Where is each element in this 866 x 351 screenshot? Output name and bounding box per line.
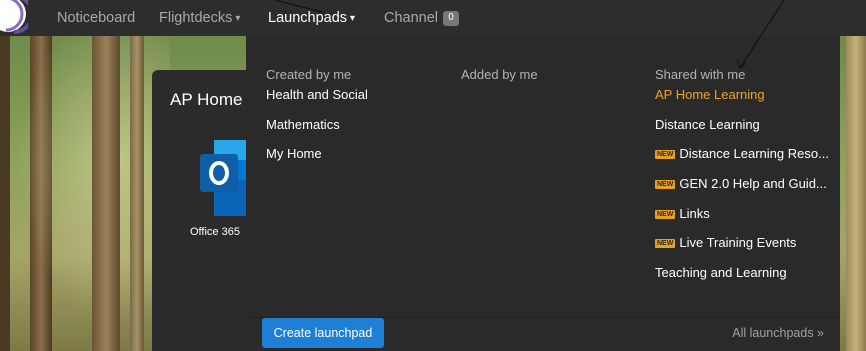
create-launchpad-button[interactable]: Create launchpad xyxy=(262,318,384,348)
nav-channel-label: Channel xyxy=(384,10,439,26)
launchpads-dropdown: Created by me Health and Social Mathemat… xyxy=(246,36,840,351)
logo-icon[interactable] xyxy=(0,0,28,34)
launchpad-item[interactable]: My Home xyxy=(266,146,446,176)
column-heading: Added by me xyxy=(461,67,538,82)
nav-channel[interactable]: Channel 0 xyxy=(384,0,460,30)
launchpad-item[interactable]: Mathematics xyxy=(266,117,446,147)
launchpad-item-label: Teaching and Learning xyxy=(655,265,787,281)
launchpad-item-label: Distance Learning xyxy=(655,116,760,132)
new-badge: NEW xyxy=(655,209,676,219)
nav-flightdecks[interactable]: Flightdecks ▾ xyxy=(159,0,240,30)
launchpad-item[interactable]: NEW Live Training Events xyxy=(655,235,840,265)
caret-down-icon: ▾ xyxy=(235,13,241,24)
launchpad-item[interactable]: NEW Distance Learning Reso... xyxy=(655,146,840,176)
launchpad-item[interactable]: NEW Links xyxy=(655,206,840,236)
new-badge: NEW xyxy=(655,150,676,160)
light-haze xyxy=(0,36,170,351)
column-shared-with-me: Shared with me AP Home Learning Distance … xyxy=(655,67,840,295)
new-badge: NEW xyxy=(655,180,676,190)
launchpad-item[interactable]: AP Home Learning xyxy=(655,87,840,117)
column-created-by-me: Created by me Health and Social Mathemat… xyxy=(266,67,446,176)
launchpad-item-label: Live Training Events xyxy=(679,235,797,251)
launchpad-item-label: Distance Learning Reso... xyxy=(679,146,829,162)
launchpad-item[interactable]: Teaching and Learning xyxy=(655,265,840,295)
launchpad-item[interactable]: NEW GEN 2.0 Help and Guid... xyxy=(655,176,840,206)
caret-down-icon: ▾ xyxy=(350,13,356,24)
outlook-icon xyxy=(200,140,246,216)
launchpad-item-label: AP Home Learning xyxy=(655,87,765,102)
all-launchpads-link[interactable]: All launchpads » xyxy=(732,326,824,340)
app-tile-office365[interactable] xyxy=(200,140,246,216)
launchpad-item[interactable]: Health and Social xyxy=(266,87,446,117)
nav-launchpads-label: Launchpads xyxy=(268,10,348,26)
column-added-by-me: Added by me xyxy=(461,67,641,87)
tree-trunk xyxy=(92,36,120,351)
nav-flightdecks-label: Flightdecks xyxy=(159,10,233,26)
launchpad-item-label: Links xyxy=(679,205,710,221)
launchpad-item-label: GEN 2.0 Help and Guid... xyxy=(679,176,827,192)
nav-noticeboard[interactable]: Noticeboard xyxy=(57,0,135,30)
tree-trunk xyxy=(130,36,144,351)
dropdown-footer: Create launchpad All launchpads » xyxy=(246,317,840,351)
launchpad-list: Health and Social Mathematics My Home xyxy=(266,87,446,176)
column-heading: Created by me xyxy=(266,67,352,82)
launchpad-list: AP Home Learning Distance Learning NEW Dist… xyxy=(655,87,840,295)
tree-trunk xyxy=(846,36,866,351)
nav-launchpads[interactable]: Launchpads ▾ xyxy=(268,0,355,30)
nav-noticeboard-label: Noticeboard xyxy=(57,10,136,26)
channel-count-badge: 0 xyxy=(443,11,460,26)
column-heading: Shared with me xyxy=(655,67,746,82)
new-badge: NEW xyxy=(655,239,676,249)
launchpad-title: AP Home xyxy=(170,90,243,109)
top-navbar: Noticeboard Flightdecks ▾ Launchpads ▾ Cha… xyxy=(0,0,866,36)
launchpad-item[interactable]: Distance Learning xyxy=(655,117,840,147)
